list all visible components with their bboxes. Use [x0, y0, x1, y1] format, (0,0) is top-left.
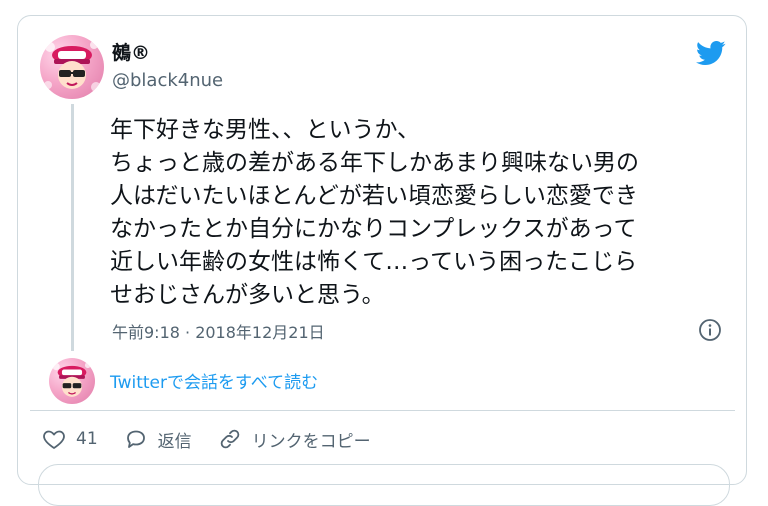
thread-avatar[interactable]	[49, 358, 95, 404]
reply-button[interactable]: 返信	[124, 427, 192, 452]
tweet-text-line: 近しい年齢の女性は怖くて…っていう困ったこじら	[110, 249, 638, 275]
like-count: 41	[76, 429, 98, 449]
bottom-button-outline[interactable]	[38, 464, 730, 506]
user-handle[interactable]: @black4nue	[112, 70, 223, 91]
tweet-text-line: ちょっと歳の差がある年下しかあまり興味ない男の	[110, 150, 639, 176]
tweet-text-line: せおじさんが多いと思う。	[110, 282, 385, 308]
tweet-timestamp[interactable]: 午前9:18 · 2018年12月21日	[112, 319, 325, 343]
like-button[interactable]: 41	[42, 427, 98, 451]
reply-label: 返信	[157, 431, 192, 452]
copy-link-button[interactable]: リンクをコピー	[218, 427, 371, 452]
tweet-text-line: 人はだいたいほとんどが若い頃恋愛らしい恋愛でき	[110, 183, 638, 209]
tweet-card: 鵺® @black4nue 年下好きな男性、、というか、 ちょっと歳の差がある年…	[17, 15, 747, 506]
user-avatar[interactable]	[40, 35, 104, 99]
info-icon[interactable]	[698, 318, 722, 342]
link-icon	[220, 429, 239, 449]
divider	[30, 410, 735, 411]
tweet-text: 年下好きな男性、、というか、 ちょっと歳の差がある年下しかあまり興味ない男の 人…	[110, 114, 730, 312]
read-conversation-link[interactable]: Twitterで会話をすべて読む	[110, 368, 318, 393]
tweet-text-line: 年下好きな男性、、というか、	[110, 117, 421, 143]
action-bar: 41 返信 リンクをコピー	[42, 424, 397, 454]
user-display-name[interactable]: 鵺®	[112, 38, 150, 65]
twitter-bird-icon[interactable]	[694, 38, 728, 68]
thread-line	[71, 104, 74, 351]
reply-icon	[126, 430, 145, 448]
heart-icon	[43, 430, 65, 449]
copy-link-label: リンクをコピー	[251, 431, 371, 452]
tweet-text-line: なかったとか自分にかなりコンプレックスがあって	[110, 216, 637, 242]
